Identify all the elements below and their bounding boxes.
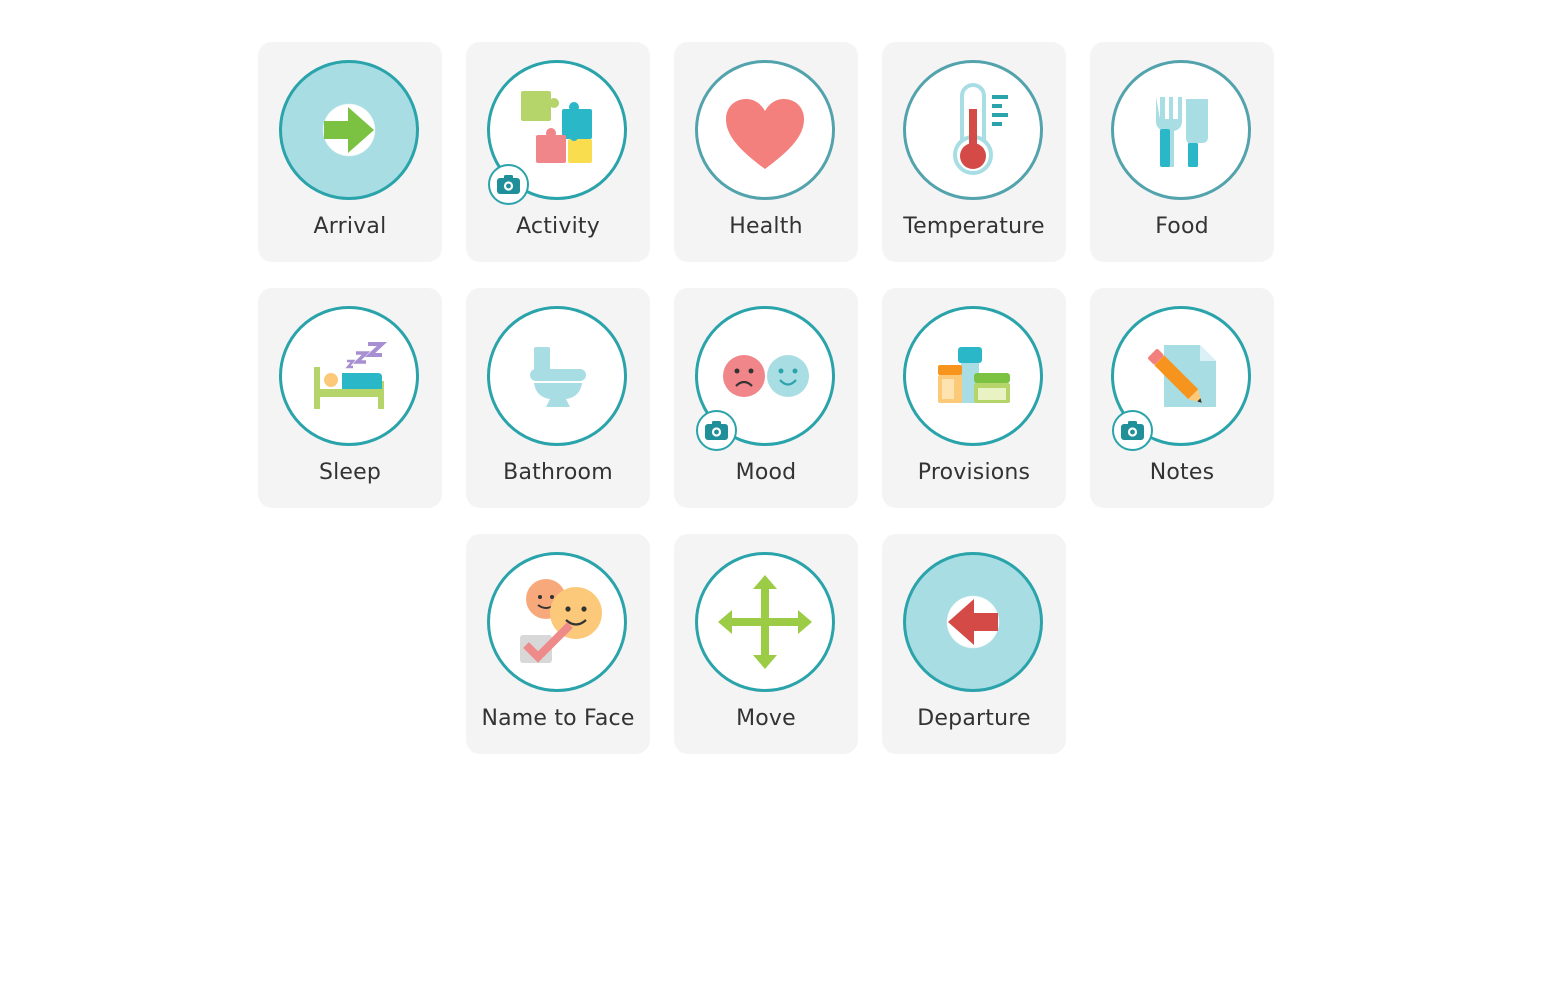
provisions-circle	[903, 306, 1043, 446]
provisions-icon	[938, 347, 1010, 403]
camera-icon	[1121, 421, 1144, 440]
bathroom-circle	[487, 306, 627, 446]
tile-label: Mood	[735, 460, 797, 485]
food-circle	[1111, 60, 1251, 200]
move-arrows-icon	[718, 575, 812, 669]
thermometer-icon	[953, 83, 1008, 175]
tile-departure[interactable]: Departure	[882, 534, 1066, 754]
tile-label: Departure	[917, 706, 1031, 731]
camera-badge[interactable]	[1112, 410, 1153, 451]
tile-label: Food	[1155, 214, 1209, 239]
departure-arrow-icon	[948, 599, 998, 645]
departure-circle	[903, 552, 1043, 692]
arrival-arrow-icon	[324, 107, 374, 153]
camera-badge[interactable]	[488, 164, 529, 205]
tile-label: Arrival	[313, 214, 387, 239]
name-to-face-circle	[487, 552, 627, 692]
tile-label: Move	[736, 706, 796, 731]
sleep-circle	[279, 306, 419, 446]
toilet-icon	[530, 347, 586, 407]
tile-row-1: Arrival Activity Health Temperature Food	[258, 42, 1274, 262]
camera-icon	[705, 421, 728, 440]
heart-icon	[726, 99, 804, 169]
move-circle	[695, 552, 835, 692]
name-to-face-icon	[520, 579, 602, 663]
tile-label: Activity	[516, 214, 600, 239]
tile-sleep[interactable]: Sleep	[258, 288, 442, 508]
tile-arrival[interactable]: Arrival	[258, 42, 442, 262]
camera-badge[interactable]	[696, 410, 737, 451]
tile-provisions[interactable]: Provisions	[882, 288, 1066, 508]
tile-mood[interactable]: Mood	[674, 288, 858, 508]
tile-label: Name to Face	[481, 706, 635, 731]
tile-temperature[interactable]: Temperature	[882, 42, 1066, 262]
tile-name-to-face[interactable]: Name to Face	[466, 534, 650, 754]
tile-bathroom[interactable]: Bathroom	[466, 288, 650, 508]
fork-knife-icon	[1156, 97, 1208, 167]
temperature-circle	[903, 60, 1043, 200]
camera-icon	[497, 175, 520, 194]
arrival-circle	[279, 60, 419, 200]
tile-label: Provisions	[917, 460, 1031, 485]
tile-food[interactable]: Food	[1090, 42, 1274, 262]
tile-row-2: Sleep Bathroom Mood Provisions Notes	[258, 288, 1274, 508]
tile-notes[interactable]: Notes	[1090, 288, 1274, 508]
health-circle	[695, 60, 835, 200]
tile-move[interactable]: Move	[674, 534, 858, 754]
tile-label: Temperature	[903, 214, 1045, 239]
tile-label: Notes	[1149, 460, 1215, 485]
tile-activity[interactable]: Activity	[466, 42, 650, 262]
tile-label: Sleep	[318, 460, 382, 485]
activity-grid: Arrival Activity Health Temperature Food…	[258, 42, 1274, 780]
tile-row-3: Name to Face Move Departure	[258, 534, 1274, 754]
tile-label: Health	[729, 214, 803, 239]
tile-health[interactable]: Health	[674, 42, 858, 262]
bed-icon	[314, 342, 388, 409]
tile-label: Bathroom	[503, 460, 613, 485]
